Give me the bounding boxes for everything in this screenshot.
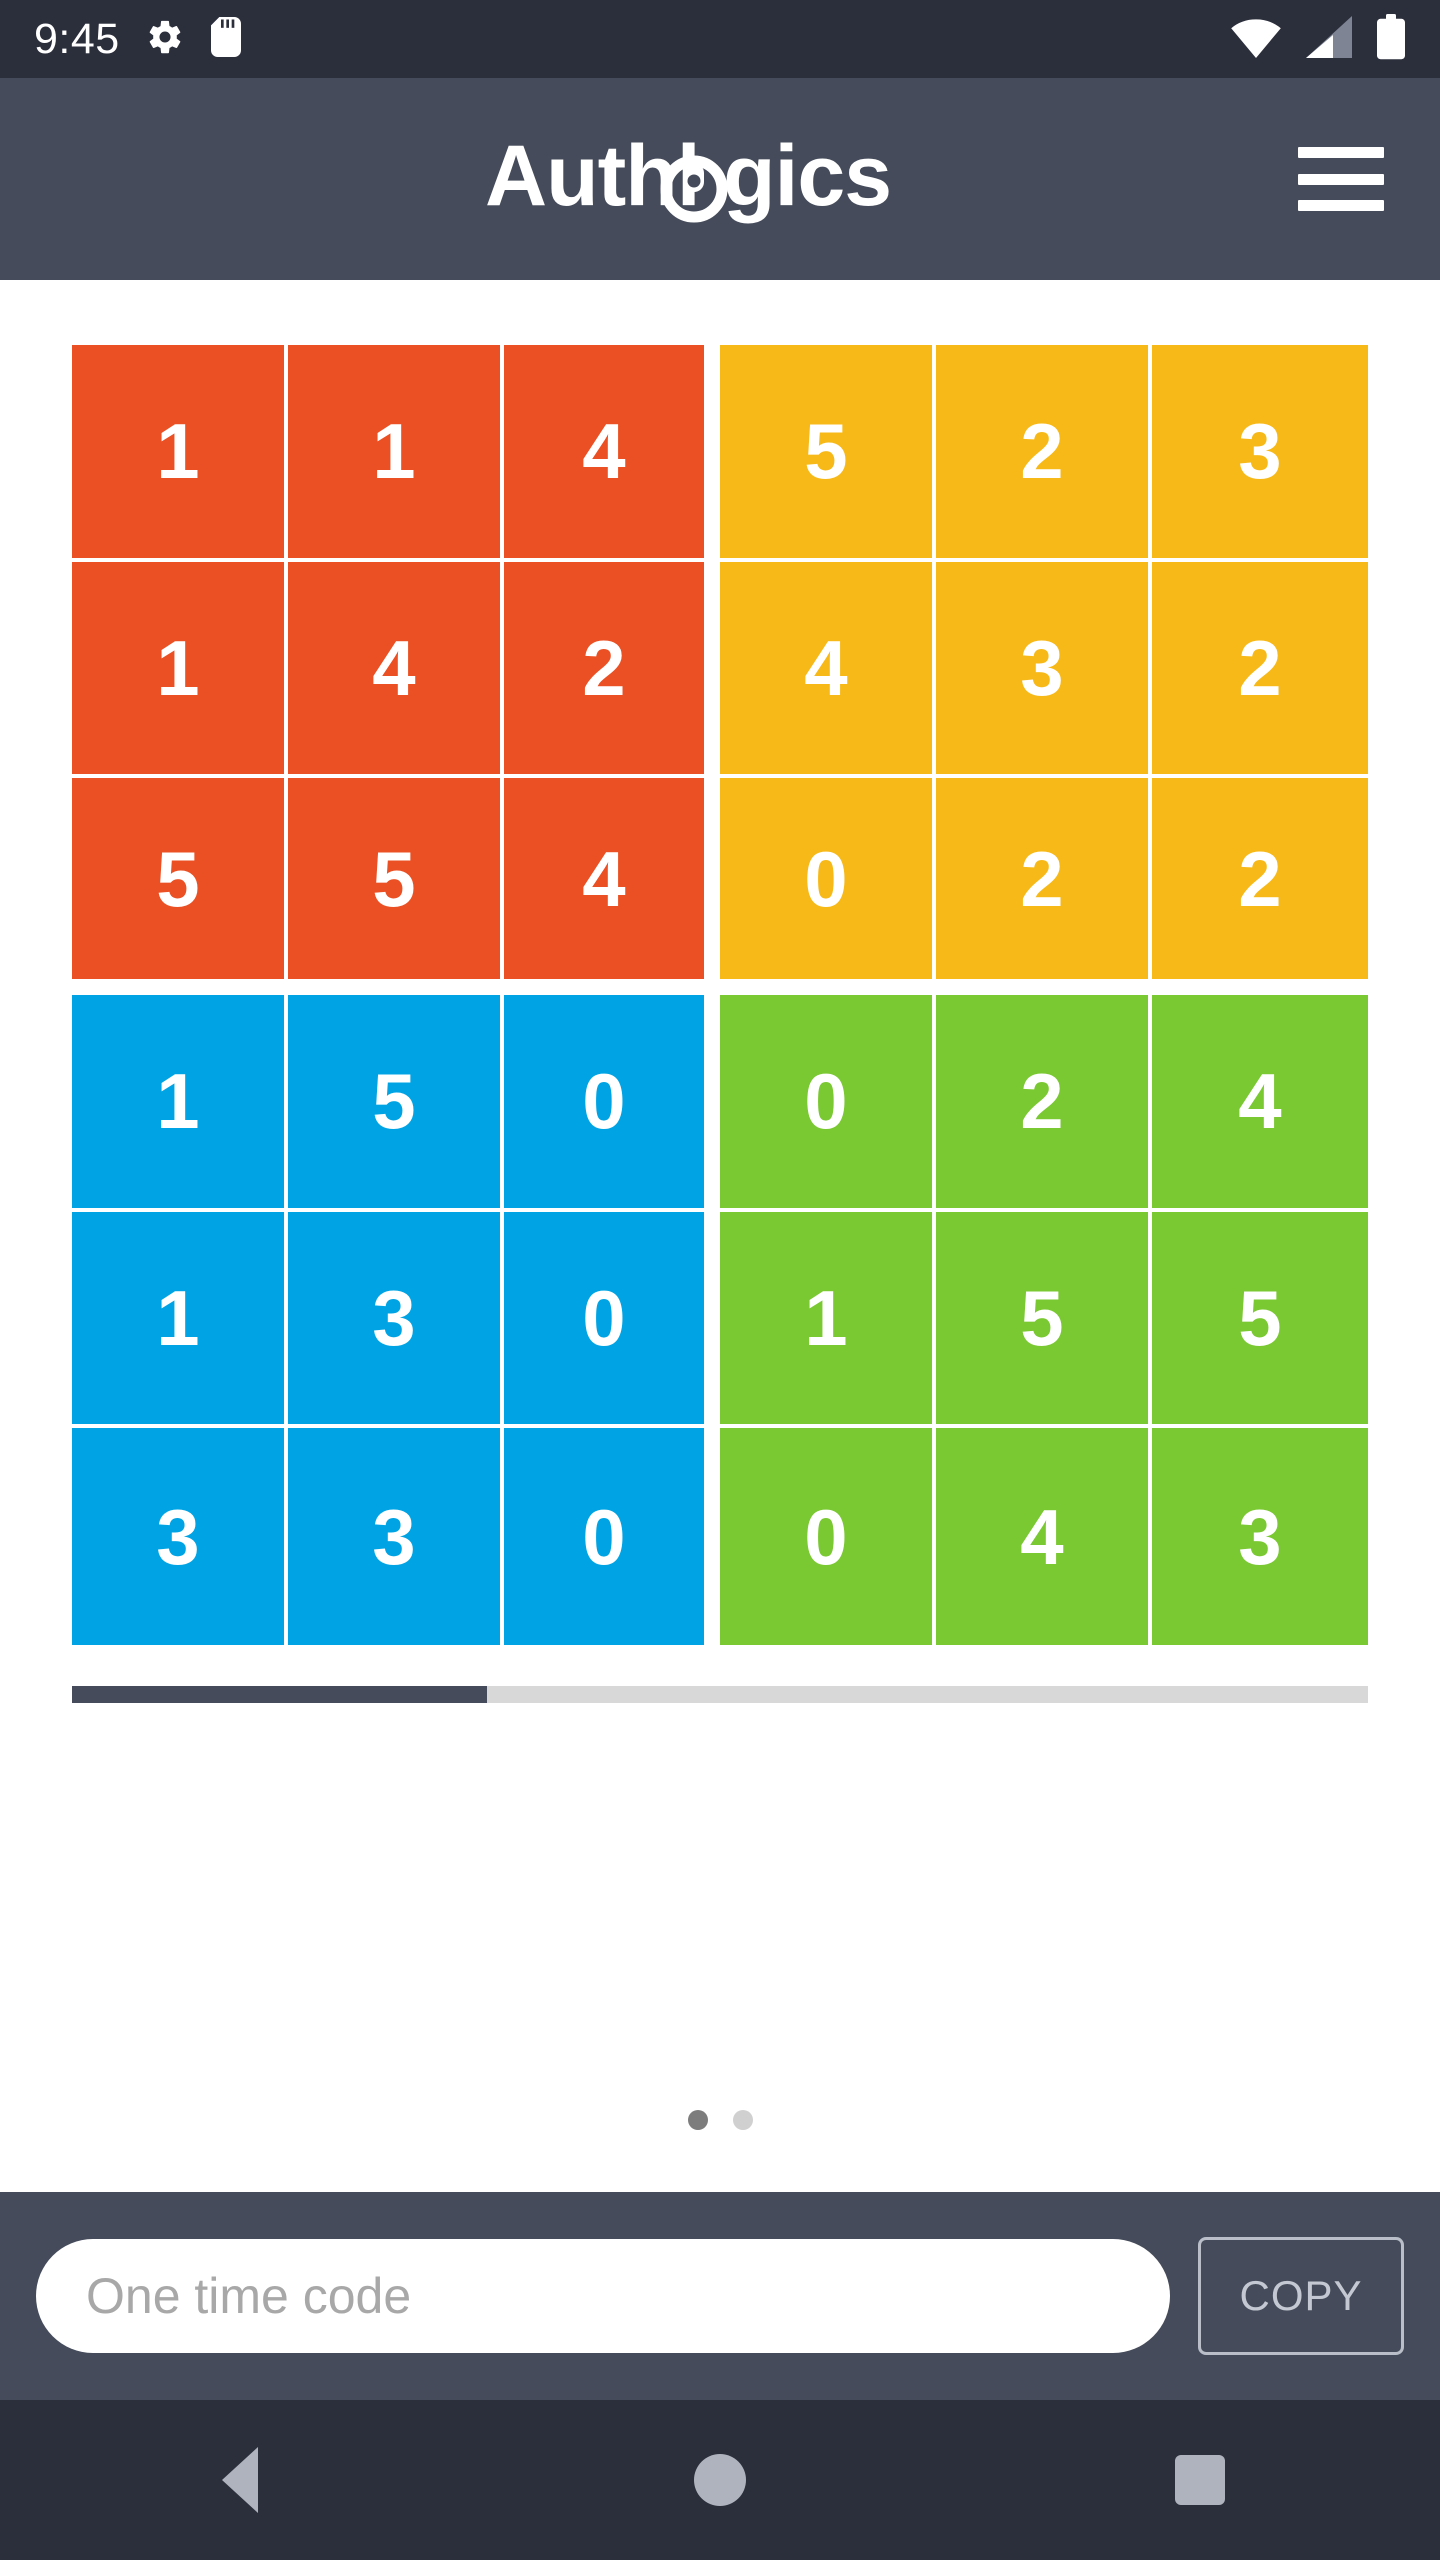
gear-icon [146,18,184,61]
grid-cell[interactable]: 5 [1152,1211,1368,1429]
hamburger-bar-2 [1298,173,1384,185]
app-screen: 9:45 Authl gics 1 1 4 5 2 3 1 4 2 4 3 2 … [0,0,1440,2560]
progress-bar-fill [72,1686,487,1703]
grid-cell[interactable]: 4 [720,561,936,779]
grid-cell[interactable]: 3 [72,1428,288,1645]
recents-square-icon [1175,2455,1225,2505]
android-nav-bar [0,2400,1440,2560]
grid-cell[interactable]: 2 [936,345,1152,562]
progress-bar-track [72,1686,1368,1703]
home-circle-icon [694,2454,746,2506]
grid-cell[interactable]: 3 [1152,345,1368,562]
wifi-icon [1230,15,1282,64]
grid-cell[interactable]: 5 [72,778,288,995]
status-bar: 9:45 [0,0,1440,78]
grid-cell[interactable]: 2 [936,995,1152,1212]
otp-bar: COPY [0,2192,1440,2400]
grid-cell[interactable]: 4 [288,561,504,779]
app-logo: Authl gics Authlogics [0,131,1440,227]
one-time-code-input[interactable] [36,2239,1170,2353]
status-bar-right [1230,13,1406,65]
grid-cell[interactable]: 1 [720,1211,936,1429]
status-clock: 9:45 [34,14,120,63]
grid-cell[interactable]: 2 [1152,778,1368,995]
grid-cell[interactable]: 0 [720,1428,936,1645]
grid-cell[interactable]: 0 [720,995,936,1212]
grid-cell[interactable]: 1 [72,561,288,779]
grid-cell[interactable]: 5 [288,995,504,1212]
pager-dot[interactable] [732,2110,753,2130]
hamburger-bar-1 [1298,147,1384,158]
grid-cell[interactable]: 4 [504,778,720,995]
grid-cell[interactable]: 4 [1152,995,1368,1212]
pager-dots[interactable] [0,2110,1440,2130]
grid-cell[interactable]: 1 [72,1211,288,1429]
pager-dot[interactable] [687,2110,708,2130]
nav-home-button[interactable] [640,2400,800,2560]
hamburger-bar-3 [1298,200,1384,211]
grid-cell[interactable]: 4 [504,345,720,562]
nav-recents-button[interactable] [1120,2400,1280,2560]
grid-cell[interactable]: 0 [504,995,720,1212]
grid-cell[interactable]: 2 [936,778,1152,995]
grid-cell[interactable]: 1 [72,995,288,1212]
copy-button[interactable]: COPY [1198,2237,1404,2355]
grid-cell[interactable]: 4 [936,1428,1152,1645]
app-header: Authl gics Authlogics [0,78,1440,280]
pattern-grid[interactable]: 114523142432554022150024130155330043 [72,345,1368,1645]
svg-text:Authl: Authl [485,131,700,224]
nav-back-button[interactable] [160,2400,320,2560]
grid-cell[interactable]: 2 [1152,561,1368,779]
status-bar-left: 9:45 [34,14,242,63]
grid-cell[interactable]: 0 [720,778,936,995]
grid-cell[interactable]: 5 [936,1211,1152,1429]
grid-cell[interactable]: 1 [72,345,288,562]
grid-cell[interactable]: 0 [504,1211,720,1429]
grid-cell[interactable]: 3 [288,1428,504,1645]
battery-icon [1376,13,1406,65]
grid-cell[interactable]: 2 [504,561,720,779]
svg-text:gics: gics [723,131,891,224]
grid-cell[interactable]: 1 [288,345,504,562]
grid-cell[interactable]: 5 [288,778,504,995]
cellular-signal-icon [1304,15,1354,64]
back-triangle-icon [222,2447,258,2513]
grid-cell[interactable]: 3 [936,561,1152,779]
grid-cell[interactable]: 3 [288,1211,504,1429]
main-content: 114523142432554022150024130155330043 [0,280,1440,2192]
grid-cell[interactable]: 0 [504,1428,720,1645]
grid-cell[interactable]: 3 [1152,1428,1368,1645]
sd-card-icon [210,16,242,62]
grid-cell[interactable]: 5 [720,345,936,562]
hamburger-menu-icon[interactable] [1298,147,1384,211]
pattern-grid-container: 114523142432554022150024130155330043 [72,345,1368,1703]
